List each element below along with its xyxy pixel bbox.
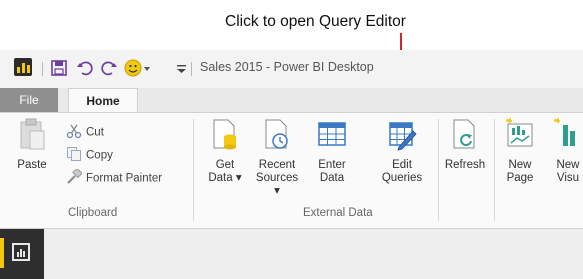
undo-icon[interactable] (76, 59, 94, 79)
enter-data-label-1: Enter (318, 159, 346, 171)
window-title: Sales 2015 - Power BI Desktop (200, 60, 374, 74)
group-separator (438, 119, 439, 221)
paste-button[interactable]: Paste (12, 117, 52, 172)
refresh-button[interactable]: Refresh (441, 117, 489, 172)
enter-data-button[interactable]: Enter Data (310, 117, 354, 185)
new-page-icon (500, 117, 540, 155)
ribbon-tab-bar: File Home (0, 88, 583, 113)
refresh-icon (441, 117, 489, 155)
refresh-label: Refresh (444, 159, 486, 171)
copy-button[interactable]: Copy (66, 146, 113, 165)
scissors-icon (66, 123, 82, 142)
edit-queries-icon (380, 117, 424, 155)
report-area (0, 229, 583, 279)
format-painter-button[interactable]: Format Painter (66, 167, 163, 188)
new-visual-label-2: Visu (556, 172, 580, 184)
annotation-callout: Click to open Query Editor (0, 13, 583, 31)
get-data-button[interactable]: Get Data ▾ (205, 117, 245, 185)
get-data-label-2: Data ▾ (208, 172, 242, 184)
powerbi-window: Sales 2015 - Power BI Desktop File Home … (0, 50, 583, 279)
view-sidebar (0, 229, 44, 279)
edit-queries-label-1: Edit (392, 159, 412, 171)
new-visual-icon (548, 117, 583, 155)
tab-file[interactable]: File (0, 88, 58, 112)
copy-icon (66, 146, 82, 165)
smiley-icon[interactable] (124, 59, 152, 79)
clipboard-group-label: Clipboard (68, 207, 118, 219)
new-visual-label-1: New (556, 159, 580, 171)
get-data-label-1: Get (215, 159, 235, 171)
new-page-label-2: Page (506, 172, 534, 184)
recent-sources-icon (252, 117, 302, 155)
edit-queries-label-2: Queries (381, 172, 423, 184)
group-separator (193, 119, 194, 221)
get-data-icon (205, 117, 245, 155)
format-painter-label: Format Painter (86, 172, 163, 185)
cut-button[interactable]: Cut (66, 123, 104, 142)
customize-icon[interactable] (176, 59, 188, 79)
copy-label: Copy (86, 149, 113, 162)
new-visual-button[interactable]: New Visu (548, 117, 583, 185)
powerbi-app-icon[interactable] (14, 58, 32, 76)
group-separator (494, 119, 495, 221)
cut-label: Cut (86, 126, 104, 139)
active-view-indicator (0, 238, 4, 268)
paste-label: Paste (17, 159, 47, 171)
recent-sources-label-1: Recent (258, 159, 296, 171)
new-page-label-1: New (508, 159, 532, 171)
external-data-group-label: External Data (303, 207, 373, 219)
edit-queries-button[interactable]: Edit Queries (380, 117, 424, 185)
table-icon (310, 117, 354, 155)
tab-home[interactable]: Home (68, 88, 138, 113)
title-bar: Sales 2015 - Power BI Desktop (0, 50, 583, 88)
separator (42, 62, 43, 76)
recent-sources-label-2: Sources ▾ (255, 172, 299, 197)
redo-icon[interactable] (100, 59, 118, 79)
save-icon[interactable] (50, 59, 68, 79)
ribbon-home: Paste Cut Copy Format Painter Clipboard … (0, 112, 583, 229)
paste-icon (12, 117, 52, 155)
new-page-button[interactable]: New Page (500, 117, 540, 185)
recent-sources-button[interactable]: Recent Sources ▾ (252, 117, 302, 198)
callout-text: Click to open Query Editor (225, 13, 406, 30)
format-painter-icon (66, 167, 83, 188)
separator (191, 62, 192, 76)
report-view-icon[interactable] (12, 243, 30, 261)
enter-data-label-2: Data (319, 172, 345, 184)
